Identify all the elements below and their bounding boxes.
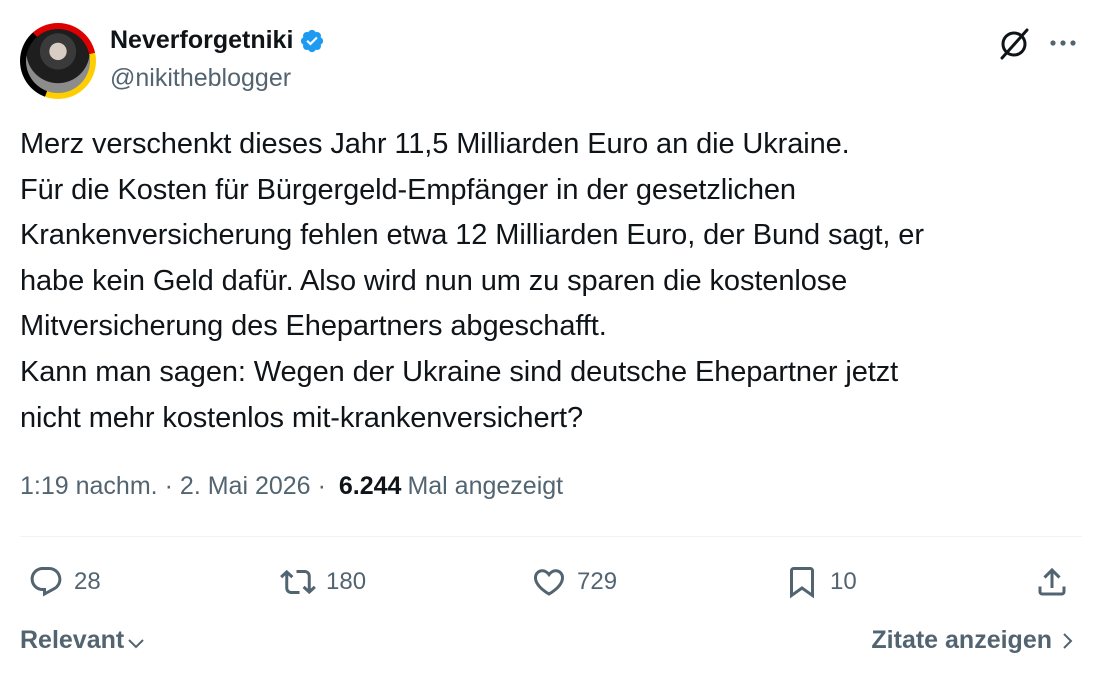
avatar-photo <box>26 29 90 93</box>
heart-icon <box>533 569 565 596</box>
tweet-text: Merz verschenkt dieses Jahr 11,5 Milliar… <box>20 122 1080 441</box>
meta-separator: · <box>164 472 173 500</box>
tweet-line: Mitversicherung des Ehepartners abgescha… <box>20 310 607 343</box>
sort-label: Relevant <box>20 626 125 654</box>
author-name-row: Neverforgetniki <box>110 26 325 55</box>
tweet-line: nicht mehr kostenlos mit-krankenversiche… <box>20 401 584 434</box>
view-quotes-link[interactable]: Zitate anzeigen <box>871 626 1076 655</box>
author-handle[interactable]: @nikitheblogger <box>110 64 291 93</box>
reply-icon <box>30 567 62 597</box>
tweet-time[interactable]: 1:19 nachm. <box>20 472 158 501</box>
views-count: 6.244 <box>338 472 402 500</box>
tweet-line: habe kein Geld dafür. Also wird nun um z… <box>20 264 848 297</box>
bookmark-count: 10 <box>830 568 857 595</box>
avatar[interactable] <box>20 23 96 99</box>
verified-badge-icon <box>301 29 324 52</box>
grok-icon[interactable] <box>996 26 1032 62</box>
tweet-line: Für die Kosten für Bürgergeld-Empfänger … <box>20 173 796 206</box>
chevron-right-icon <box>1063 632 1073 649</box>
more-icon[interactable] <box>1047 30 1079 56</box>
reply-count: 28 <box>74 568 101 595</box>
share-button[interactable] <box>1034 562 1070 602</box>
author-display-name[interactable]: Neverforgetniki <box>110 26 293 55</box>
retweet-icon <box>280 569 316 595</box>
tweet-line: Krankenversicherung fehlen etwa 12 Milli… <box>20 219 924 252</box>
like-count: 729 <box>577 568 618 595</box>
tweet-line: Merz verschenkt dieses Jahr 11,5 Milliar… <box>20 128 850 160</box>
divider <box>20 536 1082 537</box>
reply-button[interactable]: 28 <box>28 562 101 602</box>
bookmark-button[interactable]: 10 <box>784 562 857 602</box>
like-button[interactable]: 729 <box>531 562 617 602</box>
tweet-date[interactable]: 2. Mai 2026 <box>180 472 311 501</box>
retweet-count: 180 <box>326 568 367 595</box>
meta-separator: · <box>317 472 326 500</box>
quotes-label: Zitate anzeigen <box>871 626 1052 654</box>
share-icon <box>1038 567 1066 596</box>
tweet-meta: 1:19 nachm. · 2. Mai 2026 · 6.244 Mal an… <box>20 472 563 501</box>
views-label: Mal angezeigt <box>407 472 564 500</box>
tweet-line: Kann man sagen: Wegen der Ukraine sind d… <box>20 355 899 388</box>
retweet-button[interactable]: 180 <box>280 562 366 602</box>
bookmark-icon <box>790 567 814 599</box>
sort-relevant-dropdown[interactable]: Relevant <box>20 626 146 655</box>
chevron-down-icon <box>128 638 144 648</box>
